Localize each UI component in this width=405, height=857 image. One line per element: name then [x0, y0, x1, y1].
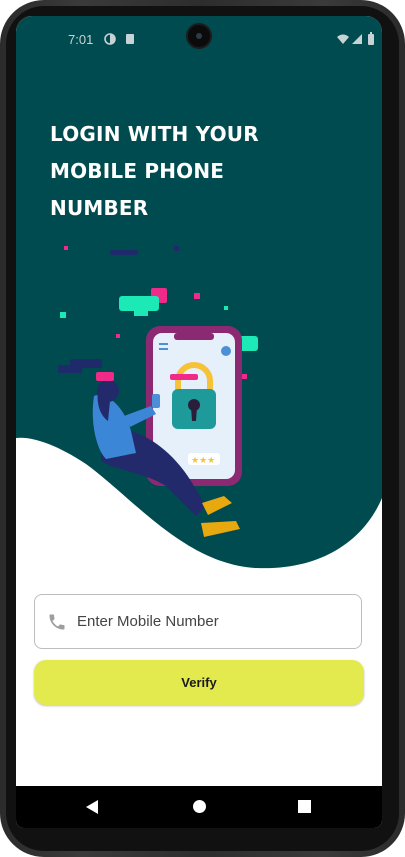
status-system-icons [337, 32, 374, 45]
mobile-number-input[interactable] [77, 595, 347, 648]
status-time: 7:01 [68, 32, 94, 47]
phone-security-illustration: ★★★ [58, 246, 258, 537]
phone-number-field[interactable] [34, 594, 362, 649]
back-triangle-icon[interactable] [86, 800, 98, 814]
navigation-bar [16, 786, 382, 828]
app-screen: 7:01 LOGIN WITH YOUR MOBILE PHONE NUMBER [16, 16, 382, 828]
headline-line-2: MOBILE PHONE [50, 159, 225, 183]
headline-line-3: NUMBER [50, 196, 149, 220]
recents-square-icon[interactable] [298, 800, 311, 813]
front-camera [188, 25, 210, 47]
device-frame: 7:01 LOGIN WITH YOUR MOBILE PHONE NUMBER [0, 0, 405, 857]
status-notification-icons [104, 33, 134, 45]
svg-text:★★★: ★★★ [191, 456, 215, 466]
home-circle-icon[interactable] [193, 800, 206, 813]
phone-icon [49, 614, 65, 630]
headline-line-1: LOGIN WITH YOUR [50, 122, 259, 146]
status-bar: 7:01 [16, 16, 382, 62]
page-title: LOGIN WITH YOUR MOBILE PHONE NUMBER [50, 116, 310, 227]
verify-button[interactable]: Verify [34, 660, 364, 705]
